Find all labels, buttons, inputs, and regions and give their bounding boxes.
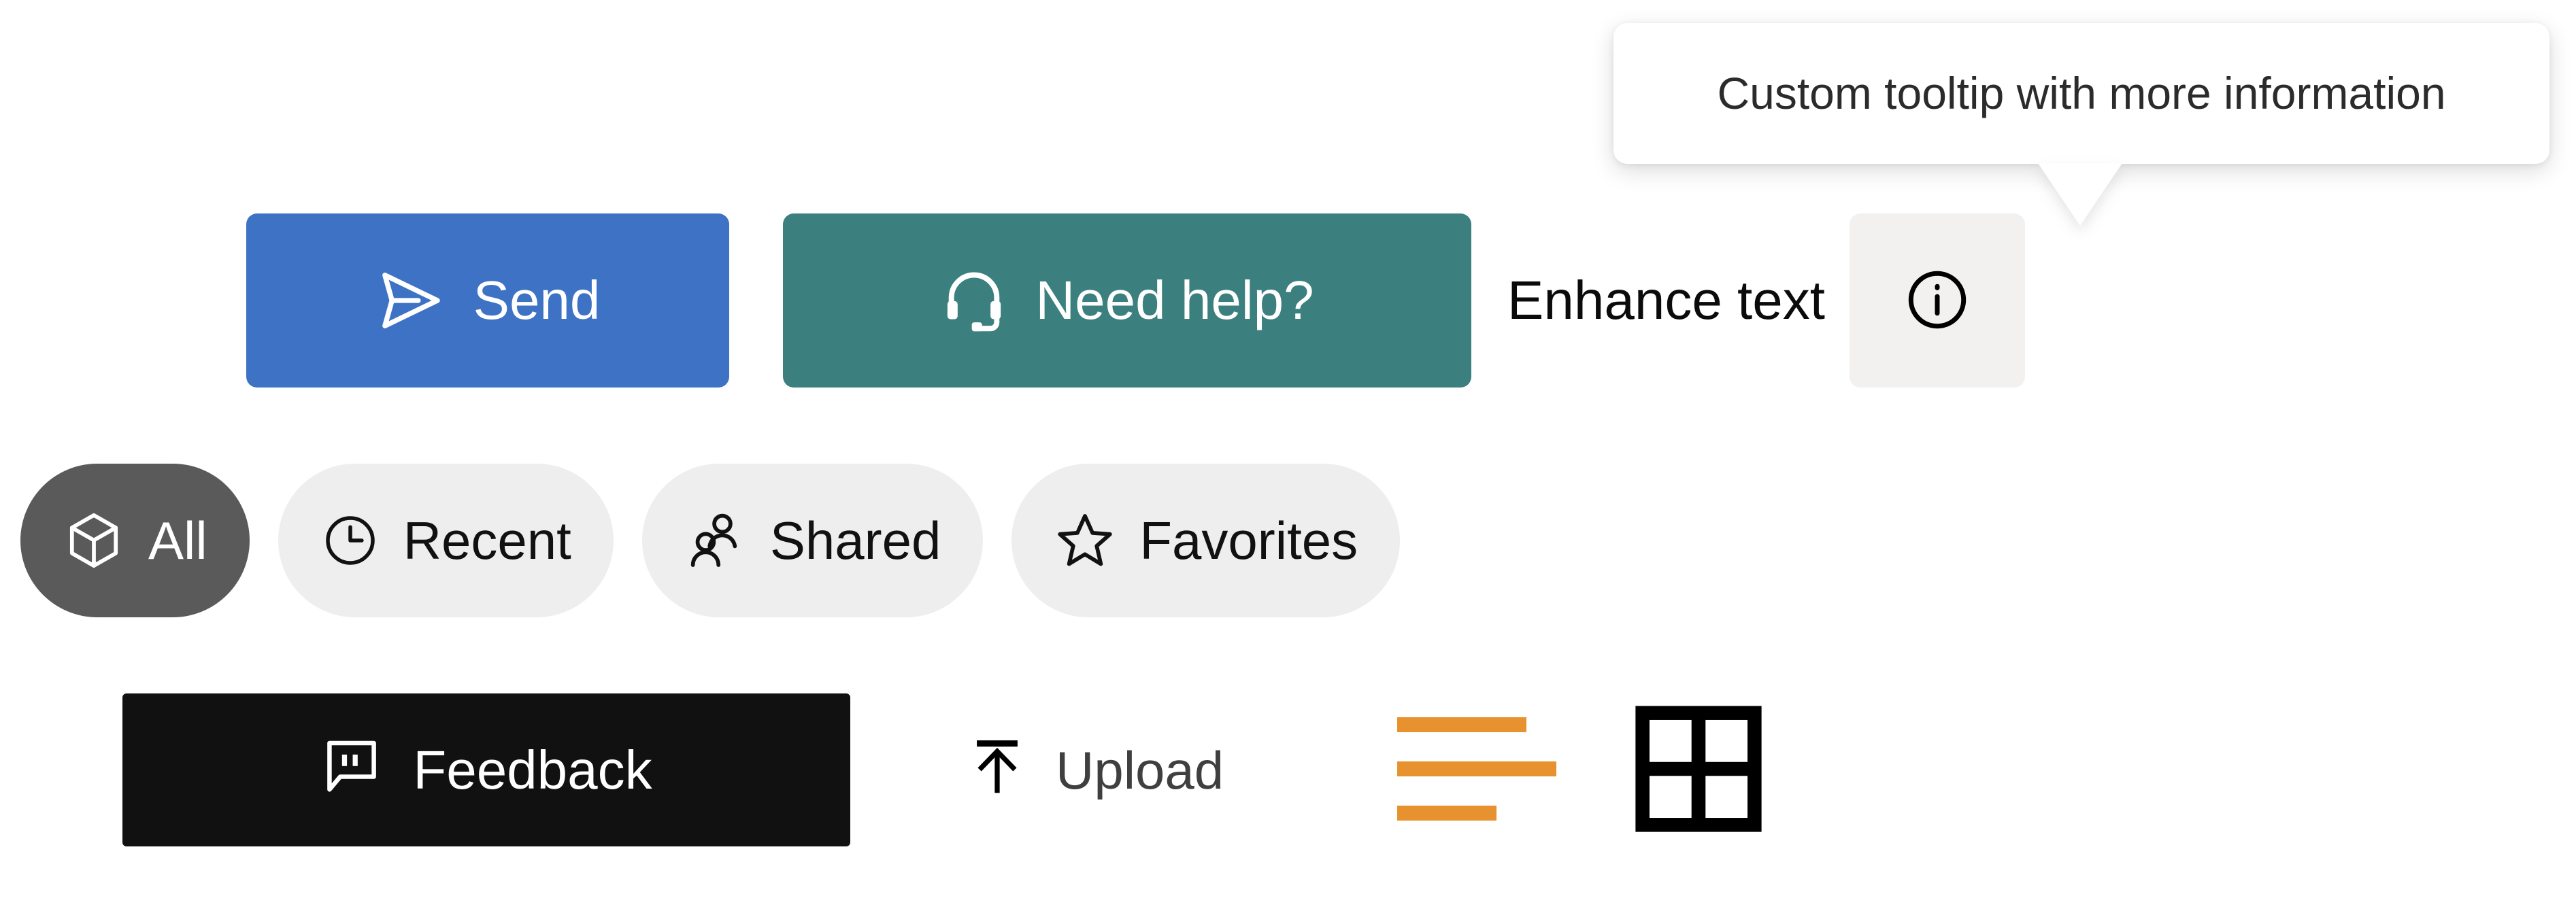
comment-quote-icon <box>320 734 383 806</box>
filter-chip-row: All Recent Shared Favorites <box>20 464 1428 617</box>
filter-chip-shared-label: Shared <box>769 511 941 570</box>
list-view-button[interactable] <box>1397 713 1579 827</box>
enhance-text-label: Enhance text <box>1507 270 1825 330</box>
filter-chip-shared[interactable]: Shared <box>641 464 984 617</box>
filter-chip-recent-label: Recent <box>403 511 571 570</box>
star-icon <box>1054 509 1116 572</box>
need-help-button-label: Need help? <box>1035 270 1314 330</box>
filter-chip-favorites[interactable]: Favorites <box>1011 464 1401 617</box>
send-button-label: Send <box>473 270 601 330</box>
cube-icon <box>63 509 125 572</box>
tooltip-text: Custom tooltip with more information <box>1717 68 2446 119</box>
tooltip-arrow <box>2038 163 2122 226</box>
feedback-button[interactable]: Feedback <box>122 693 850 846</box>
send-icon <box>375 265 446 336</box>
info-button[interactable] <box>1850 213 2025 388</box>
filter-chip-favorites-label: Favorites <box>1139 511 1358 570</box>
filter-chip-recent[interactable]: Recent <box>278 464 614 617</box>
bottom-action-row: Feedback Upload <box>122 693 1763 846</box>
info-circle-icon <box>1901 263 1974 339</box>
toolbar-showcase: Custom tooltip with more information Sen… <box>0 0 2576 911</box>
filter-chip-all-label: All <box>148 511 207 570</box>
upload-button-label: Upload <box>1056 740 1224 800</box>
grid-2x2-icon <box>1634 704 1763 836</box>
people-icon <box>684 509 747 572</box>
send-button[interactable]: Send <box>246 213 729 388</box>
headset-icon <box>940 267 1008 334</box>
action-button-row: Send Need help? Enhance text <box>246 213 2025 388</box>
grid-view-button[interactable] <box>1634 704 1763 836</box>
feedback-button-label: Feedback <box>413 739 652 800</box>
need-help-button[interactable]: Need help? <box>783 213 1471 388</box>
list-lines-icon <box>1397 713 1579 827</box>
filter-chip-all[interactable]: All <box>20 464 250 617</box>
arrow-up-to-line-icon <box>966 735 1028 806</box>
clock-icon <box>320 511 380 570</box>
tooltip: Custom tooltip with more information <box>1613 23 2549 164</box>
upload-button[interactable]: Upload <box>966 735 1224 806</box>
